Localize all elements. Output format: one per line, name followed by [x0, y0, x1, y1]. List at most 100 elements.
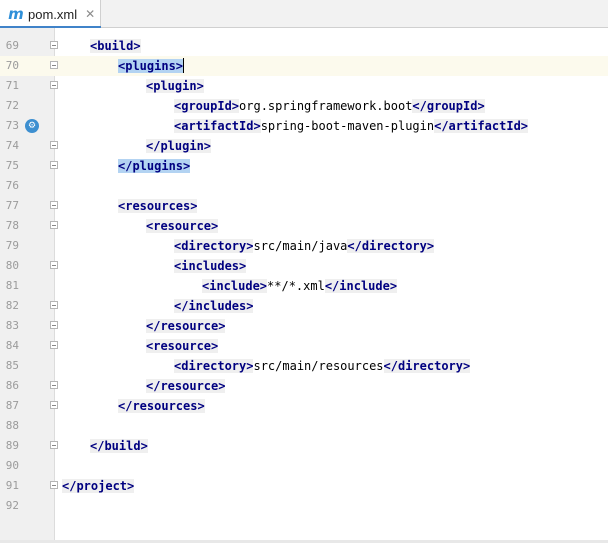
- line-number: 79: [5, 239, 19, 252]
- code-line[interactable]: 71 <plugin>: [0, 76, 608, 96]
- xml-text: src/main/resources: [253, 359, 384, 373]
- line-number: 70: [5, 59, 19, 72]
- xml-tag: </resource>: [146, 319, 226, 333]
- xml-tag: <resource>: [146, 339, 219, 353]
- fold-toggle-icon[interactable]: [50, 401, 58, 409]
- code-line[interactable]: 77 <resources>: [0, 196, 608, 216]
- line-code: <includes>: [174, 256, 247, 276]
- line-number: 82: [5, 299, 19, 312]
- line-number: 71: [5, 79, 19, 92]
- xml-tag: <directory>: [174, 239, 254, 253]
- line-code: </resource>: [146, 376, 226, 396]
- code-line[interactable]: 88: [0, 416, 608, 436]
- line-code: <groupId>org.springframework.boot</group…: [174, 96, 485, 116]
- fold-toggle-icon[interactable]: [50, 201, 58, 209]
- fold-toggle-icon[interactable]: [50, 381, 58, 389]
- xml-text: spring-boot-maven-plugin: [260, 119, 435, 133]
- maven-m-icon: m: [8, 5, 24, 23]
- code-line[interactable]: 90: [0, 456, 608, 476]
- xml-tag: <build>: [90, 39, 141, 53]
- line-code: </plugin>: [146, 136, 212, 156]
- line-number: 86: [5, 379, 19, 392]
- fold-toggle-icon[interactable]: [50, 481, 58, 489]
- line-number: 83: [5, 319, 19, 332]
- line-number: 75: [5, 159, 19, 172]
- line-code: <include>**/*.xml</include>: [202, 276, 398, 296]
- line-code: <build>: [90, 36, 141, 56]
- line-code: <resource>: [146, 336, 219, 356]
- fold-toggle-icon[interactable]: [50, 341, 58, 349]
- xml-tag: </build>: [90, 439, 148, 453]
- code-line[interactable]: 87 </resources>: [0, 396, 608, 416]
- xml-tag: </includes>: [174, 299, 254, 313]
- code-line[interactable]: 80 <includes>: [0, 256, 608, 276]
- code-line[interactable]: 84 <resource>: [0, 336, 608, 356]
- code-line[interactable]: 83 </resource>: [0, 316, 608, 336]
- xml-tag: </include>: [324, 279, 398, 293]
- xml-tag: </plugin>: [146, 139, 212, 153]
- line-number: 78: [5, 219, 19, 232]
- code-line[interactable]: 81 <include>**/*.xml</include>: [0, 276, 608, 296]
- xml-text: src/main/java: [253, 239, 348, 253]
- fold-toggle-icon[interactable]: [50, 321, 58, 329]
- line-code: <plugin>: [146, 76, 204, 96]
- xml-text: org.springframework.boot: [239, 99, 413, 113]
- code-line[interactable]: 76: [0, 176, 608, 196]
- xml-tag-highlighted: <plugins>: [118, 59, 184, 73]
- code-line[interactable]: 75 </plugins>: [0, 156, 608, 176]
- line-code: </build>: [90, 436, 148, 456]
- line-code: </project>: [62, 476, 135, 496]
- line-code: <directory>src/main/java</directory>: [174, 236, 435, 256]
- line-code: <resources>: [118, 196, 198, 216]
- spring-bean-icon[interactable]: ⚙: [25, 119, 39, 133]
- fold-toggle-icon[interactable]: [50, 161, 58, 169]
- line-code: <artifactId>spring-boot-maven-plugin</ar…: [174, 116, 529, 136]
- code-line[interactable]: 92: [0, 496, 608, 516]
- line-number: 77: [5, 199, 19, 212]
- fold-toggle-icon[interactable]: [50, 301, 58, 309]
- line-number: 72: [5, 99, 19, 112]
- code-line[interactable]: 82 </includes>: [0, 296, 608, 316]
- line-number: 84: [5, 339, 19, 352]
- tab-label: pom.xml: [28, 6, 78, 22]
- fold-toggle-icon[interactable]: [50, 221, 58, 229]
- code-line[interactable]: 85 <directory>src/main/resources</directo…: [0, 356, 608, 376]
- fold-toggle-icon[interactable]: [50, 61, 58, 69]
- line-number: 87: [5, 399, 19, 412]
- xml-tag: <include>: [202, 279, 268, 293]
- fold-toggle-icon[interactable]: [50, 81, 58, 89]
- xml-tag-highlighted: </plugins>: [118, 159, 191, 173]
- xml-tag: <directory>: [174, 359, 254, 373]
- fold-toggle-icon[interactable]: [50, 41, 58, 49]
- xml-tag: <resources>: [118, 199, 198, 213]
- line-number: 92: [5, 499, 19, 512]
- line-number: 90: [5, 459, 19, 472]
- line-number: 89: [5, 439, 19, 452]
- code-line[interactable]: 72 <groupId>org.springframework.boot</gro…: [0, 96, 608, 116]
- fold-toggle-icon[interactable]: [50, 261, 58, 269]
- xml-tag: <resource>: [146, 219, 219, 233]
- line-number: 74: [5, 139, 19, 152]
- code-line[interactable]: 79 <directory>src/main/java</directory>: [0, 236, 608, 256]
- line-code: <resource>: [146, 216, 219, 236]
- line-number: 85: [5, 359, 19, 372]
- tab-pom-xml[interactable]: m pom.xml ✕: [0, 0, 101, 29]
- code-editor[interactable]: 69 <build> 70 <plugins> 71 <plugin> 72 <groupId…: [0, 28, 608, 543]
- code-line[interactable]: 70 <plugins>: [0, 56, 608, 76]
- code-line[interactable]: 73 ⚙ <artifactId>spring-boot-maven-plugin<…: [0, 116, 608, 136]
- fold-toggle-icon[interactable]: [50, 141, 58, 149]
- line-code: </resource>: [146, 316, 226, 336]
- code-line[interactable]: 78 <resource>: [0, 216, 608, 236]
- line-number: 81: [5, 279, 19, 292]
- line-code: </includes>: [174, 296, 254, 316]
- code-line[interactable]: 91 </project>: [0, 476, 608, 496]
- code-line[interactable]: 69 <build>: [0, 36, 608, 56]
- code-line[interactable]: 86 </resource>: [0, 376, 608, 396]
- code-line[interactable]: 89 </build>: [0, 436, 608, 456]
- xml-tag: </directory>: [347, 239, 435, 253]
- fold-toggle-icon[interactable]: [50, 441, 58, 449]
- code-line[interactable]: 74 </plugin>: [0, 136, 608, 156]
- xml-tag: </groupId>: [412, 99, 485, 113]
- xml-tag: </artifactId>: [434, 119, 529, 133]
- close-icon[interactable]: ✕: [85, 7, 95, 21]
